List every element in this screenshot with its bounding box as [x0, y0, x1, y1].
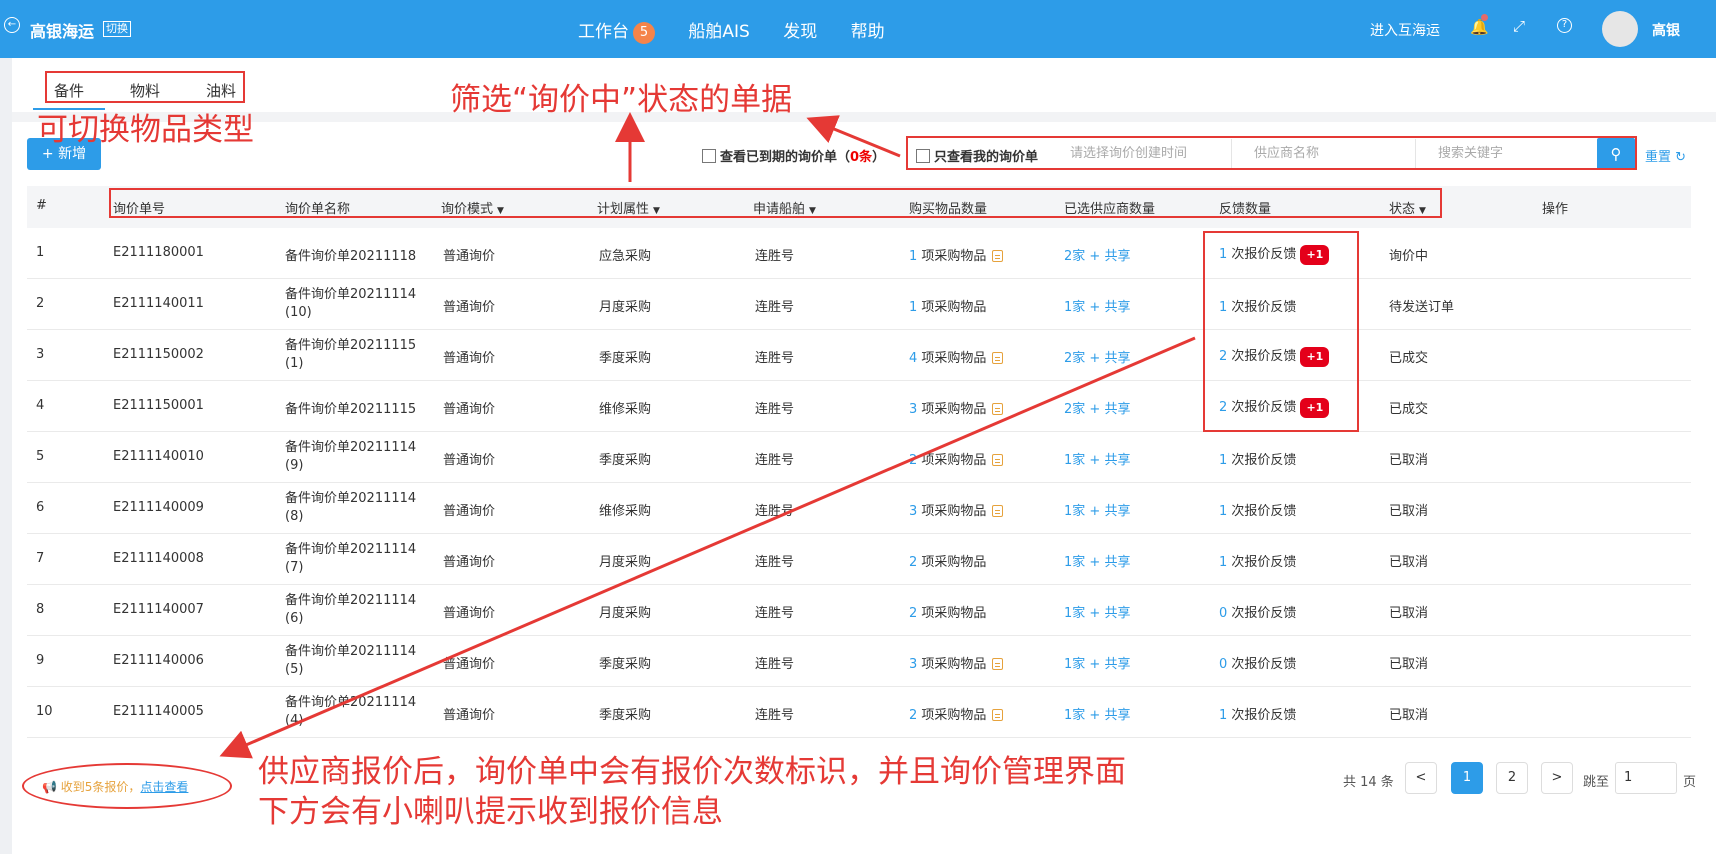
annotation-arrows [219, 112, 1196, 759]
arrow-to-notice [219, 336, 1196, 759]
arrow-to-filter [806, 115, 901, 158]
